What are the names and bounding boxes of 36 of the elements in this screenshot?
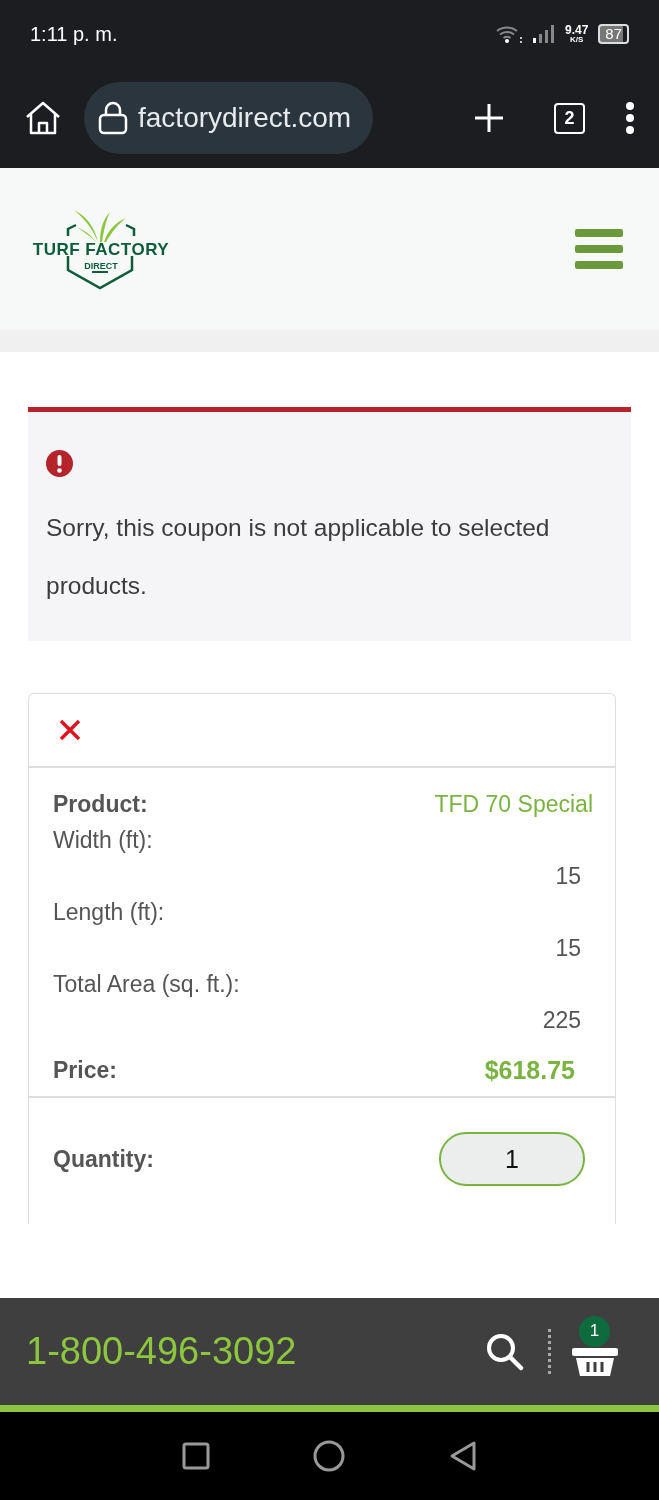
detail-label: Length (ft): [53,899,165,925]
address-bar[interactable]: factorydirect.com [84,82,374,154]
wifi-icon [494,24,523,44]
network-speed: 9.47 [564,24,589,36]
phone-number[interactable]: 1-800-496-3092 [26,1330,486,1373]
detail-value: TFD 70 Special [434,790,593,819]
detail-value: 225 [541,1006,582,1035]
back-icon[interactable] [449,1440,478,1472]
detail-label: Total Area (sq. ft.): [53,971,240,997]
lock-icon [98,101,128,135]
url-text: factorydirect.com [138,102,352,134]
detail-label: Price: [53,1056,117,1085]
logo-text: TURF FACTORY [32,240,170,260]
battery-level: 87 [598,24,629,44]
remove-icon[interactable] [59,719,81,741]
cart-count-badge: 1 [579,1315,610,1347]
clock-time: 1:11 p. m. [30,22,118,46]
recents-icon[interactable] [181,1442,210,1470]
quantity-label: Quantity: [53,1145,154,1173]
speed-unit: K/S [569,36,584,44]
detail-label: Product: [53,790,148,819]
detail-value: $618.75 [484,1055,576,1086]
alert-message: Sorry, this coupon is not applicable to selected products. [46,513,551,601]
search-icon[interactable] [486,1332,524,1371]
tab-count-button[interactable]: 2 [554,102,585,134]
home-icon[interactable] [313,1440,346,1472]
quantity-field[interactable]: 1 [439,1132,585,1186]
error-icon [46,450,73,477]
more-menu-icon[interactable] [625,102,635,134]
logo-subtext: DIRECT [84,261,118,271]
menu-icon[interactable] [575,229,623,269]
detail-value: 15 [554,862,582,891]
plus-icon[interactable] [474,103,504,133]
detail-value: 15 [554,934,582,963]
signal-icon [532,25,555,43]
detail-label: Width (ft): [53,827,153,853]
